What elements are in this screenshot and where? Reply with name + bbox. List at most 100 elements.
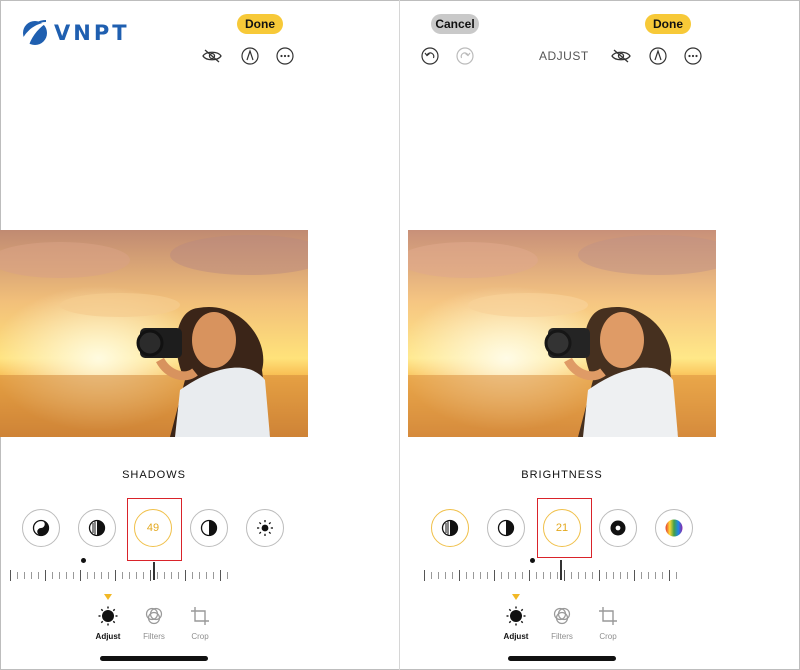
- more-button[interactable]: [275, 46, 295, 66]
- woman-with-camera-sunset-photo: [408, 230, 716, 437]
- tool-title: SHADOWS: [122, 469, 186, 481]
- crop-icon: [599, 607, 617, 625]
- slider-tick: [59, 572, 60, 579]
- slider-tick: [592, 572, 593, 579]
- done-button[interactable]: Done: [237, 14, 283, 34]
- slider-origin-dot: [530, 558, 535, 563]
- right-edit-panel: Cancel Done ADJUST BRIGHTNESS 21 Adjust …: [400, 0, 800, 670]
- highlights-icon: [441, 519, 459, 537]
- slider-tick: [171, 572, 172, 579]
- slider-tick: [136, 572, 137, 579]
- tab-filters-label: Filters: [551, 632, 573, 641]
- adjustment-slider[interactable]: [424, 570, 680, 584]
- done-button[interactable]: Done: [645, 14, 691, 34]
- slider-tick: [676, 572, 677, 579]
- highlights-icon: [88, 519, 106, 537]
- slider-tick: [487, 572, 488, 579]
- tab-crop-label: Crop: [191, 632, 209, 641]
- slider-tick: [45, 570, 46, 581]
- home-indicator: [100, 656, 208, 661]
- slider-tick: [536, 572, 537, 579]
- highlights-tool[interactable]: [431, 509, 469, 547]
- slider-tick: [466, 572, 467, 579]
- slider-tick: [655, 572, 656, 579]
- slider-tick: [578, 572, 579, 579]
- undo-icon: [421, 47, 439, 65]
- highlights-tool[interactable]: [78, 509, 116, 547]
- selected-tab-caret: [104, 594, 112, 600]
- eye-slash-icon: [611, 49, 631, 63]
- slider-tick: [669, 570, 670, 581]
- markup-button[interactable]: [648, 46, 668, 66]
- tab-crop-label: Crop: [599, 632, 617, 641]
- slider-tick: [571, 572, 572, 579]
- slider-tick: [199, 572, 200, 579]
- slider-tick: [438, 572, 439, 579]
- tab-adjust[interactable]: Adjust: [496, 606, 536, 641]
- slider-tick: [150, 570, 151, 581]
- tab-crop[interactable]: Crop: [588, 606, 628, 641]
- slider-tick: [620, 572, 621, 579]
- slider-tick: [73, 572, 74, 579]
- slider-origin-dot: [81, 558, 86, 563]
- slider-tick: [185, 570, 186, 581]
- slider-tick: [31, 572, 32, 579]
- yin-yang-icon: [32, 519, 50, 537]
- slider-tick: [459, 570, 460, 581]
- slider-tick: [424, 570, 425, 581]
- slider-tick: [66, 572, 67, 579]
- slider-tick: [550, 572, 551, 579]
- markup-button[interactable]: [240, 46, 260, 66]
- auto-enhance-tool[interactable]: [22, 509, 60, 547]
- slider-tick: [178, 572, 179, 579]
- filters-circles-icon: [145, 607, 163, 625]
- redo-button[interactable]: [455, 46, 475, 66]
- brightness-tool[interactable]: [246, 509, 284, 547]
- slider-needle[interactable]: [560, 560, 562, 580]
- slider-tick: [641, 572, 642, 579]
- slider-needle[interactable]: [153, 562, 155, 580]
- contrast-tool[interactable]: [487, 509, 525, 547]
- left-edit-panel: Done SHADOWS 49 Adjust Filters Crop: [0, 0, 399, 670]
- photo-preview: [0, 230, 308, 437]
- slider-tick: [515, 572, 516, 579]
- slider-tick: [634, 570, 635, 581]
- tab-filters[interactable]: Filters: [542, 606, 582, 641]
- saturation-tool[interactable]: [655, 509, 693, 547]
- slider-tick: [129, 572, 130, 579]
- saturation-rainbow-icon: [665, 519, 683, 537]
- cancel-button[interactable]: Cancel: [431, 14, 479, 34]
- slider-tick: [522, 572, 523, 579]
- adjustment-slider[interactable]: [10, 570, 232, 584]
- slider-tick: [108, 572, 109, 579]
- home-indicator: [508, 656, 616, 661]
- slider-tick: [543, 572, 544, 579]
- slider-tick: [529, 570, 530, 581]
- sun-icon: [257, 520, 273, 536]
- slider-tick: [192, 572, 193, 579]
- crop-icon: [191, 607, 209, 625]
- more-button[interactable]: [683, 46, 703, 66]
- slider-tick: [480, 572, 481, 579]
- slider-tick: [599, 570, 600, 581]
- slider-tick: [648, 572, 649, 579]
- slider-tick: [157, 572, 158, 579]
- black-point-tool[interactable]: [599, 509, 637, 547]
- undo-button[interactable]: [420, 46, 440, 66]
- contrast-tool[interactable]: [190, 509, 228, 547]
- tab-filters[interactable]: Filters: [134, 606, 174, 641]
- tab-adjust[interactable]: Adjust: [88, 606, 128, 641]
- photo-preview: [408, 230, 716, 437]
- slider-tick: [87, 572, 88, 579]
- slider-tick: [38, 572, 39, 579]
- tab-crop[interactable]: Crop: [180, 606, 220, 641]
- tab-adjust-label: Adjust: [503, 632, 529, 641]
- hide-eye-button[interactable]: [202, 46, 222, 66]
- more-ellipsis-icon: [684, 47, 702, 65]
- slider-tick: [220, 570, 221, 581]
- slider-tick: [10, 570, 11, 581]
- slider-tick: [143, 572, 144, 579]
- woman-with-camera-sunset-photo: [0, 230, 308, 437]
- hide-eye-button[interactable]: [611, 46, 631, 66]
- slider-tick: [101, 572, 102, 579]
